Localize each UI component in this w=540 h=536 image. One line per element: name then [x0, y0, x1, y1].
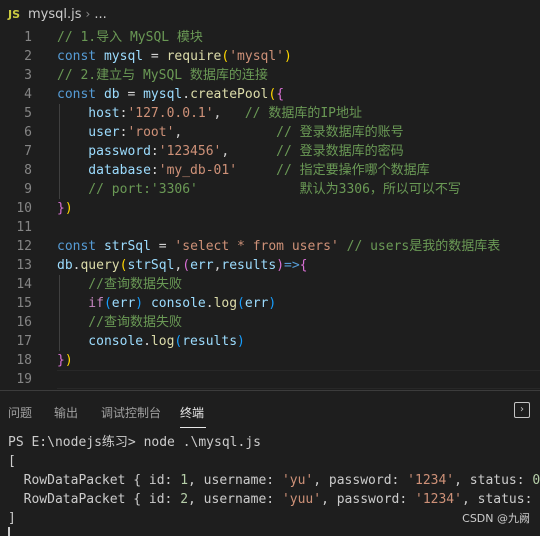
code-text: // 1.导入 MySQL 模块 — [57, 30, 203, 45]
code-text: const strSql = 'select * from users' // … — [57, 239, 501, 254]
code-text: host:'127.0.0.1', // 数据库的IP地址 — [57, 106, 362, 121]
line-number: 4 — [24, 87, 32, 102]
line-number: 16 — [16, 315, 32, 330]
terminal-cursor — [8, 525, 10, 536]
watermark: CSDN @九阙 — [462, 512, 530, 525]
code-line[interactable]: 11 — [0, 218, 540, 237]
code-text: // 2.建立与 MySQL 数据库的连接 — [57, 68, 268, 83]
code-text: db.query(strSql,(err,results)=>{ — [57, 258, 308, 273]
breadcrumb: JS mysql.js › ... — [0, 0, 540, 28]
line-number: 11 — [16, 220, 32, 235]
terminal-icon[interactable]: › — [514, 402, 530, 418]
code-editor[interactable]: 1 // 1.导入 MySQL 模块 2 const mysql = require(… — [0, 28, 540, 390]
line-number: 2 — [24, 49, 32, 64]
line-number: 13 — [16, 258, 32, 273]
code-text: const mysql = require('mysql') — [57, 49, 292, 64]
code-text: password:'123456', // 登录数据库的密码 — [57, 144, 404, 159]
line-number: 5 — [24, 106, 32, 121]
code-line[interactable]: 3 // 2.建立与 MySQL 数据库的连接 — [0, 66, 540, 85]
code-text: }) — [57, 201, 73, 216]
code-line[interactable]: 6 user:'root', // 登录数据库的账号 — [0, 123, 540, 142]
line-number: 18 — [16, 353, 32, 368]
code-line[interactable]: 17 console.log(results) — [0, 332, 540, 351]
code-line[interactable]: 14 //查询数据失败 — [0, 275, 540, 294]
breadcrumb-more[interactable]: ... — [94, 7, 106, 22]
code-text: if(err) console.log(err) — [57, 296, 277, 311]
indent-guide — [59, 104, 60, 199]
line-number: 8 — [24, 163, 32, 178]
code-text: console.log(results) — [57, 334, 245, 349]
line-number: 15 — [16, 296, 32, 311]
panel-tab-bar: 问题 输出 调试控制台 终端 › — [0, 391, 540, 431]
line-number: 1 — [24, 30, 32, 45]
code-line[interactable]: 15 if(err) console.log(err) — [0, 294, 540, 313]
line-number: 14 — [16, 277, 32, 292]
breadcrumb-file[interactable]: mysql.js — [28, 7, 82, 22]
code-line[interactable]: 13 db.query(strSql,(err,results)=>{ — [0, 256, 540, 275]
code-text: user:'root', // 登录数据库的账号 — [57, 125, 404, 140]
tab-debug-console[interactable]: 调试控制台 — [101, 404, 161, 421]
code-text: }) — [57, 353, 73, 368]
line-number: 10 — [16, 201, 32, 216]
line-number: 3 — [24, 68, 32, 83]
code-line[interactable]: 10}) — [0, 199, 540, 218]
active-tab-indicator — [180, 427, 206, 428]
code-line[interactable]: 7 password:'123456', // 登录数据库的密码 — [0, 142, 540, 161]
tab-output[interactable]: 输出 — [54, 404, 78, 421]
line-number: 7 — [24, 144, 32, 159]
terminal-open-bracket: [ — [8, 454, 16, 469]
tab-problems[interactable]: 问题 — [8, 404, 32, 421]
javascript-file-icon: JS — [8, 7, 21, 21]
terminal-row: RowDataPacket { id: 1, username: 'yu', p… — [8, 473, 540, 488]
tab-terminal[interactable]: 终端 — [180, 404, 204, 421]
line-number: 17 — [16, 334, 32, 349]
code-text: const db = mysql.createPool({ — [57, 87, 285, 102]
terminal-row: RowDataPacket { id: 2, username: 'yuu', … — [8, 492, 540, 507]
line-number: 6 — [24, 125, 32, 140]
code-text: // port:'3306' 默认为3306，所以可以不写 — [57, 182, 461, 197]
line-number: 12 — [16, 239, 32, 254]
indent-guide — [59, 275, 60, 351]
line-number: 9 — [24, 182, 32, 197]
code-line[interactable]: 18}) — [0, 351, 540, 370]
code-line[interactable]: 1 // 1.导入 MySQL 模块 — [0, 28, 540, 47]
code-line[interactable]: 2 const mysql = require('mysql') — [0, 47, 540, 66]
code-line[interactable]: 8 database:'my_db-01' // 指定要操作哪个数据库 — [0, 161, 540, 180]
code-line[interactable]: 5 host:'127.0.0.1', // 数据库的IP地址 — [0, 104, 540, 123]
code-text: //查询数据失败 — [57, 277, 182, 292]
code-line[interactable]: 16 //查询数据失败 — [0, 313, 540, 332]
code-line[interactable]: 4 const db = mysql.createPool({ — [0, 85, 540, 104]
code-line[interactable]: 9 // port:'3306' 默认为3306，所以可以不写 — [0, 180, 540, 199]
current-line-highlight — [57, 370, 540, 389]
code-line[interactable]: 12 const strSql = 'select * from users' /… — [0, 237, 540, 256]
terminal-prompt: PS E:\nodejs练习> node .\mysql.js — [8, 435, 261, 450]
terminal-output[interactable]: PS E:\nodejs练习> node .\mysql.js [ RowDat… — [0, 433, 540, 536]
code-text: database:'my_db-01' // 指定要操作哪个数据库 — [57, 163, 430, 178]
code-text: //查询数据失败 — [57, 315, 182, 330]
code-line[interactable]: 19 — [0, 370, 540, 389]
chevron-right-icon: › — [85, 7, 91, 21]
line-number: 19 — [16, 372, 32, 387]
